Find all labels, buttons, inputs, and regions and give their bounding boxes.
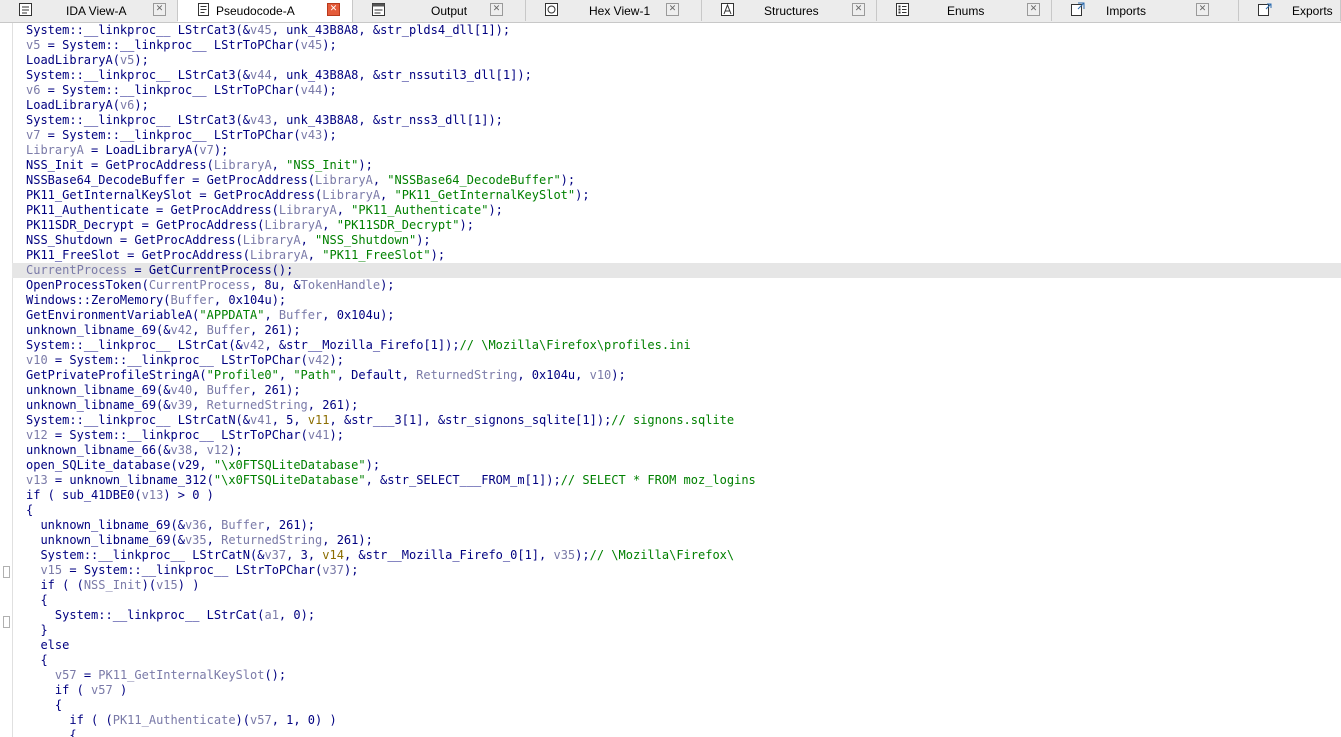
code-line[interactable]: System::__linkproc__ LStrCat3(&v43, unk_… [12,113,1341,128]
code-line[interactable]: v57 = PK11_GetInternalKeySlot(); [12,668,1341,683]
close-icon[interactable]: ✕ [153,3,166,16]
code-line[interactable]: NSSBase64_DecodeBuffer = GetProcAddress(… [12,173,1341,188]
close-icon[interactable]: ✕ [852,3,865,16]
exports-icon [1257,2,1272,17]
tab-label: Imports [1106,4,1147,18]
tab-label: Structures [764,4,819,18]
code-line[interactable]: v6 = System::__linkproc__ LStrToPChar(v4… [12,83,1341,98]
tab-output[interactable]: Output ✕ [353,0,526,21]
code-line[interactable]: System::__linkproc__ LStrCat3(&v45, unk_… [12,23,1341,38]
code-view[interactable]: System::__linkproc__ LStrCat3(&v45, unk_… [12,23,1341,737]
code-line[interactable]: v7 = System::__linkproc__ LStrToPChar(v4… [12,128,1341,143]
tab-label: Enums [947,4,985,18]
code-line[interactable]: if ( sub_41DBE0(v13) > 0 ) [12,488,1341,503]
close-icon[interactable]: ✕ [327,3,340,16]
code-line[interactable]: { [12,593,1341,608]
code-line[interactable]: v10 = System::__linkproc__ LStrToPChar(v… [12,353,1341,368]
tab-bar: IDA View-A ✕ Pseudocode-A ✕ Output ✕ Hex View-… [0,0,1341,23]
code-line[interactable]: { [12,503,1341,518]
imports-icon [1070,2,1085,17]
code-line[interactable]: { [12,698,1341,713]
code-line[interactable]: PK11_Authenticate = GetProcAddress(Libra… [12,203,1341,218]
code-line[interactable]: PK11_GetInternalKeySlot = GetProcAddress… [12,188,1341,203]
code-line[interactable]: System::__linkproc__ LStrCat(a1, 0); [12,608,1341,623]
tab-imports[interactable]: Imports ✕ [1052,0,1239,21]
tab-pseudocode-a[interactable]: Pseudocode-A ✕ [178,0,353,22]
code-line[interactable]: System::__linkproc__ LStrCat3(&v44, unk_… [12,68,1341,83]
code-line[interactable]: OpenProcessToken(CurrentProcess, 8u, &To… [12,278,1341,293]
structures-icon [720,2,735,17]
tab-label: IDA View-A [66,4,127,18]
close-icon[interactable]: ✕ [1196,3,1209,16]
code-line[interactable]: unknown_libname_69(&v36, Buffer, 261); [12,518,1341,533]
code-line[interactable]: { [12,653,1341,668]
tab-label: Output [431,4,468,18]
code-line[interactable]: System::__linkproc__ LStrCat(&v42, &str_… [12,338,1341,353]
close-icon[interactable]: ✕ [490,3,503,16]
code-line[interactable]: unknown_libname_69(&v40, Buffer, 261); [12,383,1341,398]
code-line[interactable]: unknown_libname_66(&v38, v12); [12,443,1341,458]
code-line[interactable]: v12 = System::__linkproc__ LStrToPChar(v… [12,428,1341,443]
code-line[interactable]: PK11SDR_Decrypt = GetProcAddress(Library… [12,218,1341,233]
close-icon[interactable]: ✕ [666,3,679,16]
code-line[interactable]: Windows::ZeroMemory(Buffer, 0x104u); [12,293,1341,308]
code-line[interactable]: System::__linkproc__ LStrCatN(&v41, 5, v… [12,413,1341,428]
tab-label: Exports [1292,4,1333,18]
code-line[interactable]: v5 = System::__linkproc__ LStrToPChar(v4… [12,38,1341,53]
gutter-marker[interactable] [3,566,10,578]
code-line[interactable]: { [12,728,1341,737]
tab-label: Hex View-1 [589,4,651,18]
code-line[interactable]: if ( (NSS_Init)(v15) ) [12,578,1341,593]
code-line[interactable]: unknown_libname_69(&v39, ReturnedString,… [12,398,1341,413]
tab-structures[interactable]: Structures ✕ [702,0,877,21]
code-line[interactable]: unknown_libname_69(&v42, Buffer, 261); [12,323,1341,338]
code-line[interactable]: if ( (PK11_Authenticate)(v57, 1, 0) ) [12,713,1341,728]
ida-view-icon [18,2,33,17]
code-line[interactable]: CurrentProcess = GetCurrentProcess(); [12,263,1341,278]
tab-exports[interactable]: Exports [1239,0,1341,21]
code-line[interactable]: LibraryA = LoadLibraryA(v7); [12,143,1341,158]
code-line[interactable]: LoadLibraryA(v6); [12,98,1341,113]
code-line[interactable]: } [12,623,1341,638]
code-line[interactable]: else [12,638,1341,653]
code-line[interactable]: v15 = System::__linkproc__ LStrToPChar(v… [12,563,1341,578]
code-line[interactable]: PK11_FreeSlot = GetProcAddress(LibraryA,… [12,248,1341,263]
code-line[interactable]: GetPrivateProfileStringA("Profile0", "Pa… [12,368,1341,383]
code-line[interactable]: v13 = unknown_libname_312("\x0FTSQLiteDa… [12,473,1341,488]
code-line[interactable]: if ( v57 ) [12,683,1341,698]
pseudocode-editor[interactable]: System::__linkproc__ LStrCat3(&v45, unk_… [0,23,1341,737]
pseudocode-icon [196,2,211,17]
tab-label: Pseudocode-A [216,4,295,18]
close-icon[interactable]: ✕ [1027,3,1040,16]
tab-hex-view-1[interactable]: Hex View-1 ✕ [526,0,702,21]
tab-enums[interactable]: Enums ✕ [877,0,1052,21]
hex-view-icon [544,2,559,17]
code-line[interactable]: System::__linkproc__ LStrCatN(&v37, 3, v… [12,548,1341,563]
enums-icon [895,2,910,17]
gutter-marker[interactable] [3,616,10,628]
output-icon [371,2,386,17]
code-line[interactable]: open_SQLite_database(v29, "\x0FTSQLiteDa… [12,458,1341,473]
tab-ida-view-a[interactable]: IDA View-A ✕ [0,0,178,21]
code-line[interactable]: LoadLibraryA(v5); [12,53,1341,68]
code-line[interactable]: NSS_Init = GetProcAddress(LibraryA, "NSS… [12,158,1341,173]
code-line[interactable]: NSS_Shutdown = GetProcAddress(LibraryA, … [12,233,1341,248]
code-line[interactable]: unknown_libname_69(&v35, ReturnedString,… [12,533,1341,548]
code-line[interactable]: GetEnvironmentVariableA("APPDATA", Buffe… [12,308,1341,323]
